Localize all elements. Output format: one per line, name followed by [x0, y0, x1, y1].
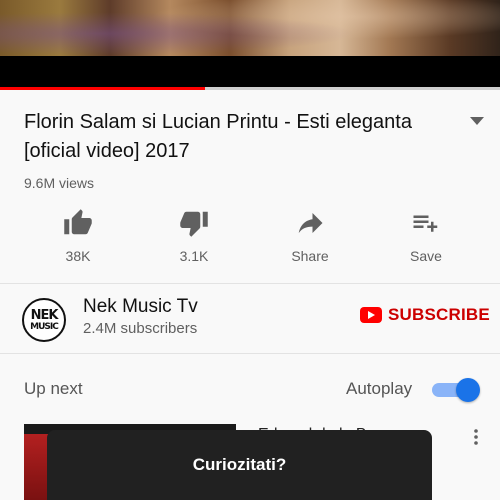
video-title: Florin Salam si Lucian Printu - Esti ele… — [24, 111, 412, 162]
divider — [0, 283, 500, 284]
subscribe-label: SUBSCRIBE — [388, 305, 490, 324]
avatar-logo: NEK MUSIC — [30, 307, 59, 332]
autoplay-label: Autoplay — [346, 379, 413, 398]
share-icon — [293, 206, 327, 240]
autoplay-toggle[interactable] — [432, 378, 480, 402]
video-frame[interactable] — [0, 0, 500, 56]
overlay-label: Curiozitati? — [192, 455, 287, 474]
more-vert-icon[interactable] — [471, 428, 481, 446]
channel-name[interactable]: Nek Music Tv — [83, 296, 198, 318]
like-button[interactable]: 38K — [20, 204, 136, 276]
divider — [0, 353, 500, 354]
share-button[interactable]: Share — [252, 204, 368, 276]
overlay-card[interactable]: Curiozitati? — [47, 430, 432, 500]
youtube-logo-icon — [360, 307, 382, 323]
save-label: Save — [410, 248, 442, 264]
chevron-down-icon[interactable] — [470, 117, 484, 126]
video-title-row[interactable]: Florin Salam si Lucian Printu - Esti ele… — [24, 108, 474, 166]
thumb-up-icon — [61, 206, 95, 240]
video-progress-bar[interactable] — [0, 87, 500, 90]
playlist-add-icon — [409, 206, 443, 240]
dislike-button[interactable]: 3.1K — [136, 204, 252, 276]
video-player[interactable] — [0, 0, 500, 90]
subscribe-button[interactable]: SUBSCRIBE — [360, 305, 490, 325]
save-button[interactable]: Save — [368, 204, 484, 276]
thumb-down-icon — [177, 206, 211, 240]
up-next-heading: Up next — [24, 379, 83, 398]
avatar[interactable]: NEK MUSIC — [22, 298, 66, 342]
action-row: 38K 3.1K Share Save — [0, 204, 500, 276]
subscriber-count: 2.4M subscribers — [83, 320, 198, 337]
toggle-knob — [456, 378, 480, 402]
like-count: 38K — [65, 248, 91, 264]
share-label: Share — [291, 248, 329, 264]
view-count: 9.6M views — [24, 175, 95, 191]
dislike-count: 3.1K — [179, 248, 209, 264]
video-progress-fill — [0, 87, 205, 90]
